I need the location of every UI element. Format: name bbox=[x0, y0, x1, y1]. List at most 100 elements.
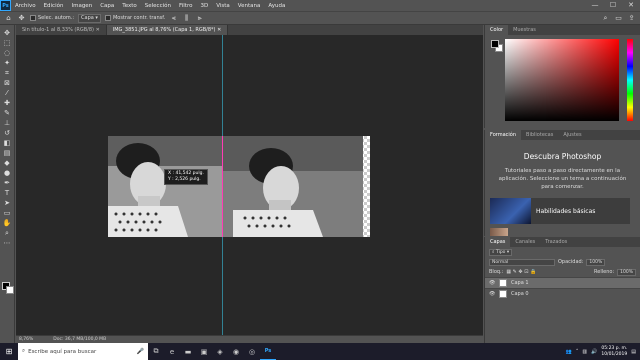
layer-row-capa-0[interactable]: 👁 Capa 0 bbox=[485, 288, 640, 299]
edge-icon[interactable]: e bbox=[164, 343, 180, 360]
system-clock[interactable]: 05:23 p. m. 10/01/2019 bbox=[601, 346, 627, 358]
color-panel-foreground-swatch[interactable] bbox=[491, 40, 499, 48]
menu-archivo[interactable]: Archivo bbox=[11, 3, 40, 9]
pen-tool-icon[interactable]: ✒ bbox=[2, 179, 13, 188]
minimize-button[interactable]: — bbox=[586, 0, 604, 11]
layer-image-right[interactable] bbox=[223, 136, 370, 237]
opacity-input[interactable]: 100% bbox=[586, 258, 606, 266]
show-transform-option[interactable]: Mostrar contr. transf. bbox=[104, 15, 165, 21]
magic-wand-tool-icon[interactable]: ✦ bbox=[2, 59, 13, 68]
eyedropper-tool-icon[interactable]: ⁄ bbox=[2, 89, 13, 98]
tooltip-y-value: Y : 2,526 pulg. bbox=[168, 177, 201, 182]
tab-canales[interactable]: Canales bbox=[510, 237, 540, 247]
blend-mode-dropdown[interactable]: Normal bbox=[489, 258, 555, 266]
search-icon[interactable]: ⌕ bbox=[601, 14, 610, 23]
clone-stamp-tool-icon[interactable]: ⊥ bbox=[2, 119, 13, 128]
chevron-up-icon[interactable]: ˄ bbox=[576, 349, 579, 355]
menu-ventana[interactable]: Ventana bbox=[234, 3, 265, 9]
dropbox-icon[interactable]: ◈ bbox=[212, 343, 228, 360]
tab-muestras[interactable]: Muestras bbox=[508, 25, 541, 35]
auto-select-option[interactable]: Selec. autom.: bbox=[30, 15, 74, 21]
task-view-icon[interactable]: ⧉ bbox=[148, 343, 164, 360]
clock-time: 05:23 p. m. bbox=[601, 345, 628, 351]
menu-texto[interactable]: Texto bbox=[118, 3, 141, 9]
options-bar-right: ⌕ ▭ ⇪ bbox=[601, 14, 640, 23]
volume-icon[interactable]: 🔊 bbox=[591, 349, 597, 355]
learn-card-basic-skills[interactable]: Habilidades básicas bbox=[490, 198, 630, 224]
history-brush-tool-icon[interactable]: ↺ bbox=[2, 129, 13, 138]
crop-tool-icon[interactable]: ⌗ bbox=[2, 69, 13, 78]
hue-slider[interactable] bbox=[627, 39, 633, 121]
move-tool-icon[interactable]: ✥ bbox=[17, 14, 26, 23]
align-left-icon[interactable]: ⫷ bbox=[169, 14, 178, 23]
color-picker-field[interactable] bbox=[505, 39, 619, 121]
fill-input[interactable]: 100% bbox=[617, 268, 636, 276]
tab-trazados[interactable]: Trazados bbox=[540, 237, 572, 247]
align-right-icon[interactable]: ⫸ bbox=[195, 14, 204, 23]
brush-tool-icon[interactable]: ✎ bbox=[2, 109, 13, 118]
healing-brush-tool-icon[interactable]: ✚ bbox=[2, 99, 13, 108]
layer-row-capa-1[interactable]: 👁 Capa 1 bbox=[485, 277, 640, 288]
eraser-tool-icon[interactable]: ◧ bbox=[2, 139, 13, 148]
align-center-icon[interactable]: ⫼ bbox=[182, 14, 191, 23]
zoom-tool-icon[interactable]: ⌕ bbox=[2, 229, 13, 238]
menu-vista[interactable]: Vista bbox=[212, 3, 234, 9]
lasso-tool-icon[interactable]: ◌ bbox=[2, 49, 13, 58]
marquee-tool-icon[interactable]: ⬚ bbox=[2, 39, 13, 48]
menu-capa[interactable]: Capa bbox=[96, 3, 118, 9]
type-tool-icon[interactable]: T bbox=[2, 189, 13, 198]
maximize-button[interactable]: ☐ bbox=[604, 0, 622, 11]
tab-ajustes[interactable]: Ajustes bbox=[558, 130, 586, 140]
menu-ayuda[interactable]: Ayuda bbox=[264, 3, 289, 9]
layer-filter-dropdown[interactable]: ⌕ Tipo ▾ bbox=[489, 248, 513, 256]
show-transform-checkbox[interactable] bbox=[104, 15, 111, 21]
document-tab-img3851[interactable]: IMG_3851.JPG al 8,76% (Capa 1, RGB/8*) ✕ bbox=[106, 25, 229, 35]
auto-select-target-dropdown[interactable]: Capa ▾ bbox=[78, 13, 101, 23]
zoom-level[interactable]: 8,76% bbox=[19, 337, 33, 342]
menu-edicion[interactable]: Edición bbox=[40, 3, 68, 9]
layer-image-left[interactable] bbox=[108, 136, 222, 237]
store-icon[interactable]: ▣ bbox=[196, 343, 212, 360]
people-icon[interactable]: 👥 bbox=[566, 349, 572, 355]
hand-tool-icon[interactable]: ✋ bbox=[2, 219, 13, 228]
learn-card-thumbnail-next[interactable] bbox=[490, 228, 508, 236]
menu-imagen[interactable]: Imagen bbox=[67, 3, 96, 9]
tab-bibliotecas[interactable]: Bibliotecas bbox=[521, 130, 558, 140]
eye-icon[interactable]: 👁 bbox=[489, 291, 495, 297]
document-tab-untitled[interactable]: Sin título-1 al 8,33% (RGB/8) ✕ bbox=[16, 25, 107, 35]
tab-formacion[interactable]: Formación bbox=[485, 130, 522, 140]
eye-icon[interactable]: 👁 bbox=[489, 280, 495, 286]
tab-capas[interactable]: Capas bbox=[485, 237, 511, 247]
app-icon[interactable]: ◎ bbox=[244, 343, 260, 360]
blur-tool-icon[interactable]: ◆ bbox=[2, 159, 13, 168]
dodge-tool-icon[interactable]: ● bbox=[2, 169, 13, 178]
menu-filtro[interactable]: Filtro bbox=[175, 3, 196, 9]
layer-thumbnail bbox=[499, 290, 507, 298]
chrome-icon[interactable]: ◉ bbox=[228, 343, 244, 360]
network-icon[interactable]: ▥ bbox=[582, 349, 587, 355]
auto-select-checkbox[interactable] bbox=[30, 15, 36, 21]
menu-3d[interactable]: 3D bbox=[196, 3, 212, 9]
share-icon[interactable]: ⇪ bbox=[627, 14, 636, 23]
canvas-area[interactable]: X : 41,542 pulg. Y : 2,526 pulg. bbox=[16, 35, 483, 335]
close-button[interactable]: ✕ bbox=[622, 0, 640, 11]
notifications-icon[interactable]: ▤ bbox=[631, 349, 636, 355]
lock-icons[interactable]: ▦ ✎ ✥ ⊡ 🔒 bbox=[506, 269, 536, 275]
tab-color[interactable]: Color bbox=[485, 25, 509, 35]
frame-tool-icon[interactable]: ⊠ bbox=[2, 79, 13, 88]
workspace-icon[interactable]: ▭ bbox=[614, 14, 623, 23]
path-selection-tool-icon[interactable]: ➤ bbox=[2, 199, 13, 208]
more-tools-icon[interactable]: ⋯ bbox=[2, 239, 13, 248]
shape-tool-icon[interactable]: ▭ bbox=[2, 209, 13, 218]
microphone-icon[interactable]: 🎤 bbox=[137, 348, 148, 355]
home-icon[interactable]: ⌂ bbox=[4, 14, 13, 23]
windows-start-icon[interactable]: ⊞ bbox=[0, 343, 18, 360]
document-tab-label: Sin título-1 al 8,33% (RGB/8) bbox=[22, 27, 94, 33]
gradient-tool-icon[interactable]: ▤ bbox=[2, 149, 13, 158]
background-color-swatch[interactable] bbox=[6, 286, 14, 294]
menu-seleccion[interactable]: Selección bbox=[141, 3, 175, 9]
move-tool-icon[interactable]: ✥ bbox=[2, 29, 13, 38]
photoshop-taskbar-icon[interactable]: Ps bbox=[260, 343, 276, 360]
taskbar-search-box[interactable]: ⌕ Escribe aquí para buscar 🎤 bbox=[18, 343, 148, 360]
file-explorer-icon[interactable]: ▬ bbox=[180, 343, 196, 360]
